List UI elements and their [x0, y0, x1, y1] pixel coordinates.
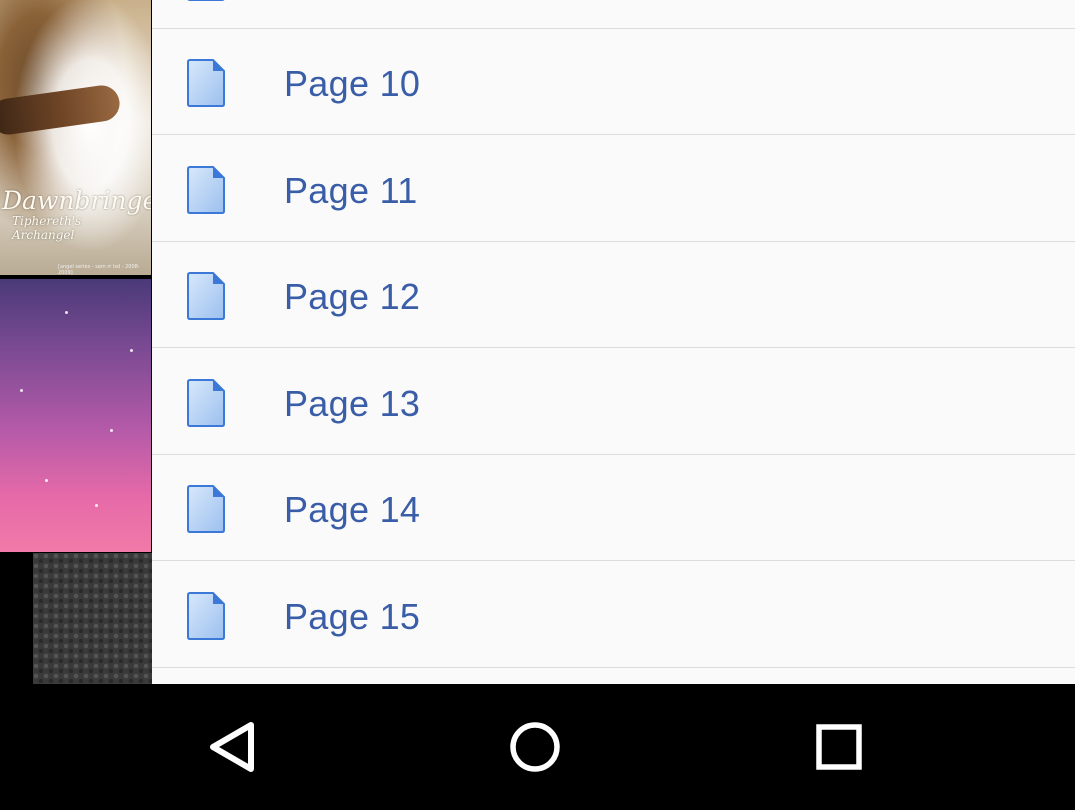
star [95, 504, 98, 507]
list-item[interactable]: Page 13 [152, 349, 1075, 455]
list-item[interactable]: Page 11 [152, 136, 1075, 242]
star [65, 311, 68, 314]
thumbnail-art [0, 83, 122, 137]
back-icon[interactable] [195, 714, 275, 780]
thumbnail-strip: Dawnbringer Tiphereth's Archangel [angel… [0, 0, 152, 684]
list-item[interactable]: Page 14 [152, 455, 1075, 561]
page-list: Page 10 Page 11 Page 12 Page 13 Page 14 [152, 0, 1075, 684]
page-label: Page 14 [284, 489, 421, 530]
page-icon [187, 166, 225, 214]
thumbnail-galaxy[interactable] [0, 279, 151, 552]
page-icon [187, 0, 225, 1]
page-icon [187, 379, 225, 427]
page-label: Page 15 [284, 596, 421, 637]
thumbnail-caption: [angel series - sam rr lsd - 2008-2009] [58, 264, 140, 275]
list-item[interactable]: Page 10 [152, 29, 1075, 135]
thumbnail-dawnbringer[interactable]: Dawnbringer Tiphereth's Archangel [angel… [0, 0, 151, 275]
thumbnail-hex-pattern[interactable] [33, 553, 152, 684]
page-label: Page 11 [284, 170, 418, 211]
thumbnail-title: Dawnbringer Tiphereth's Archangel [2, 186, 151, 243]
page-label: Page 13 [284, 383, 421, 424]
star [130, 349, 133, 352]
page-label: Page 10 [284, 63, 421, 104]
page-icon [187, 272, 225, 320]
system-nav-bar [0, 684, 1075, 810]
star [45, 479, 48, 482]
home-icon[interactable] [495, 714, 575, 780]
list-item-partial[interactable] [152, 668, 1075, 684]
list-item[interactable]: Page 15 [152, 562, 1075, 668]
list-item[interactable]: Page 12 [152, 242, 1075, 348]
star [110, 429, 113, 432]
page-icon [187, 592, 225, 640]
page-icon [187, 485, 225, 533]
list-item-partial[interactable] [152, 0, 1075, 29]
page-label: Page 12 [284, 276, 421, 317]
recents-icon[interactable] [799, 714, 879, 780]
star [20, 389, 23, 392]
page-icon [187, 59, 225, 107]
